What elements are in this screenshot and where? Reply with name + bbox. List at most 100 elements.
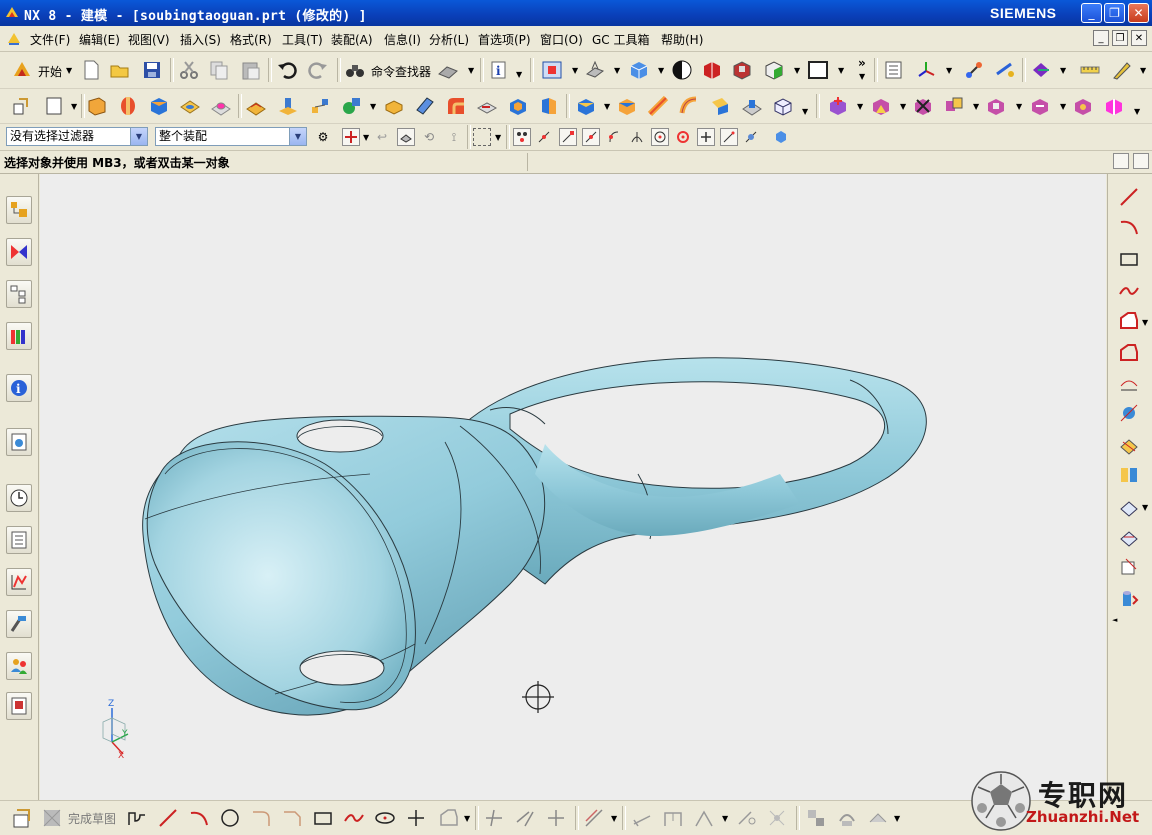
studio-spline-icon[interactable]: [1116, 278, 1142, 304]
rectangle-select-icon[interactable]: [473, 128, 491, 146]
snap-point-icon[interactable]: [535, 128, 553, 146]
pattern-face-icon[interactable]: [1071, 94, 1095, 118]
menu-information[interactable]: 信息(I): [384, 31, 421, 48]
nx-app-icon[interactable]: [4, 5, 20, 21]
snap-enable-icon[interactable]: [513, 128, 531, 146]
existing-point-icon[interactable]: [697, 128, 715, 146]
orient-view-icon[interactable]: [583, 58, 607, 82]
emboss-icon[interactable]: [276, 94, 300, 118]
profile-icon[interactable]: [125, 806, 149, 830]
intersection-icon[interactable]: [628, 128, 646, 146]
sketch-polygon-icon[interactable]: [437, 806, 461, 830]
pattern-icon[interactable]: [308, 94, 332, 118]
edit-section-icon[interactable]: [700, 58, 724, 82]
circle-icon[interactable]: [218, 806, 242, 830]
assembly-filter-icon[interactable]: ⚙: [314, 128, 332, 146]
show-constraints-icon[interactable]: [734, 806, 758, 830]
select-curve-icon[interactable]: ⟲: [420, 128, 438, 146]
thicken-icon[interactable]: [574, 94, 598, 118]
type-filter-select[interactable]: 没有选择过滤器 ▼: [6, 127, 148, 146]
sweep-icon[interactable]: [677, 94, 701, 118]
doc-minimize-button[interactable]: _: [1093, 30, 1109, 46]
background-color-icon[interactable]: [670, 58, 694, 82]
information-icon[interactable]: i: [487, 58, 511, 82]
select-face-icon[interactable]: ⟟: [445, 128, 463, 146]
mirror-face-icon[interactable]: [1102, 94, 1126, 118]
arc-center-icon[interactable]: [651, 128, 669, 146]
block-icon[interactable]: [147, 94, 171, 118]
history-icon[interactable]: [6, 484, 32, 512]
offset-sketch-icon[interactable]: [582, 806, 606, 830]
ruler-icon[interactable]: [1078, 58, 1102, 82]
chevron-down-icon[interactable]: ▼: [130, 128, 147, 145]
sketch-point-icon[interactable]: [404, 806, 428, 830]
offset-curve-icon[interactable]: [1116, 340, 1142, 366]
close-button[interactable]: ✕: [1128, 3, 1149, 23]
polygon-icon[interactable]: [1116, 308, 1142, 334]
unite-icon[interactable]: [340, 94, 364, 118]
status-panel-icon[interactable]: [1133, 153, 1149, 169]
menu-insert[interactable]: 插入(S): [180, 31, 221, 48]
sketch-rectangle-icon[interactable]: [311, 806, 335, 830]
sketch-fillet-icon[interactable]: [249, 806, 273, 830]
sketch-icon[interactable]: [10, 94, 34, 118]
draft-icon[interactable]: [537, 94, 561, 118]
selection-scope-select[interactable]: 整个装配 ▼: [155, 127, 307, 146]
menu-file[interactable]: 文件(F): [30, 31, 70, 48]
cut-icon[interactable]: [177, 58, 201, 82]
doc-close-button[interactable]: ✕: [1131, 30, 1147, 46]
resize-face-icon[interactable]: [984, 94, 1008, 118]
roles-icon[interactable]: [6, 652, 32, 680]
reset-filter-icon[interactable]: ↩: [373, 128, 391, 146]
menu-assembly[interactable]: 装配(A): [331, 31, 373, 48]
make-corner-icon[interactable]: [544, 806, 568, 830]
synchronous-icon[interactable]: [942, 94, 966, 118]
pad-icon[interactable]: [244, 94, 268, 118]
split-body-icon[interactable]: [413, 94, 437, 118]
menu-tools[interactable]: 工具(T): [282, 31, 323, 48]
sketch-arc-icon[interactable]: [187, 806, 211, 830]
document-menu-icon[interactable]: [6, 31, 22, 47]
derived-line-icon[interactable]: [1116, 370, 1142, 396]
boss-icon[interactable]: [209, 94, 233, 118]
fit-view-icon[interactable]: [540, 58, 564, 82]
hd3d-tools-icon[interactable]: i: [6, 374, 32, 402]
assembly-navigator-icon[interactable]: [6, 196, 32, 224]
redo-icon[interactable]: [306, 58, 330, 82]
copy-icon[interactable]: [207, 58, 231, 82]
menu-window[interactable]: 窗口(O): [540, 31, 583, 48]
select-feature-icon[interactable]: [397, 128, 415, 146]
measure-icon[interactable]: [993, 58, 1017, 82]
command-finder-button[interactable]: 命令查找器: [371, 63, 431, 80]
arc-icon[interactable]: [1116, 214, 1142, 240]
process-studio-icon[interactable]: [6, 568, 32, 596]
doc-restore-button[interactable]: ❐: [1112, 30, 1128, 46]
open-folder-icon[interactable]: [108, 58, 132, 82]
binoculars-icon[interactable]: [343, 58, 367, 82]
menu-view[interactable]: 视图(V): [128, 31, 170, 48]
point-on-curve-icon[interactable]: [605, 128, 623, 146]
restore-button[interactable]: ❐: [1104, 3, 1125, 23]
manufacturing-wizard-icon[interactable]: [6, 610, 32, 638]
dimension-icon[interactable]: [630, 806, 654, 830]
palettes-icon[interactable]: [6, 692, 32, 720]
socket-body[interactable]: [142, 415, 545, 716]
mid-point-icon[interactable]: [582, 128, 600, 146]
shell-icon[interactable]: [506, 94, 530, 118]
system-materials-icon[interactable]: [6, 526, 32, 554]
part-navigator-icon[interactable]: [6, 280, 32, 308]
sketch-line-icon[interactable]: [156, 806, 180, 830]
intersection-curve-icon[interactable]: [1116, 432, 1142, 458]
menu-analysis[interactable]: 分析(L): [429, 31, 469, 48]
start-button[interactable]: 开始: [38, 63, 62, 80]
sketch-chamfer-icon[interactable]: [280, 806, 304, 830]
snap-view-icon[interactable]: [1029, 58, 1053, 82]
new-file-icon[interactable]: [79, 58, 103, 82]
select-body-icon[interactable]: [772, 128, 790, 146]
wireframe-body-icon[interactable]: [771, 94, 795, 118]
move-face-icon[interactable]: [826, 94, 850, 118]
offset-face-icon[interactable]: [615, 94, 639, 118]
save-icon[interactable]: [140, 58, 164, 82]
constraint-navigator-icon[interactable]: [6, 238, 32, 266]
clipping-section-icon[interactable]: [730, 58, 754, 82]
